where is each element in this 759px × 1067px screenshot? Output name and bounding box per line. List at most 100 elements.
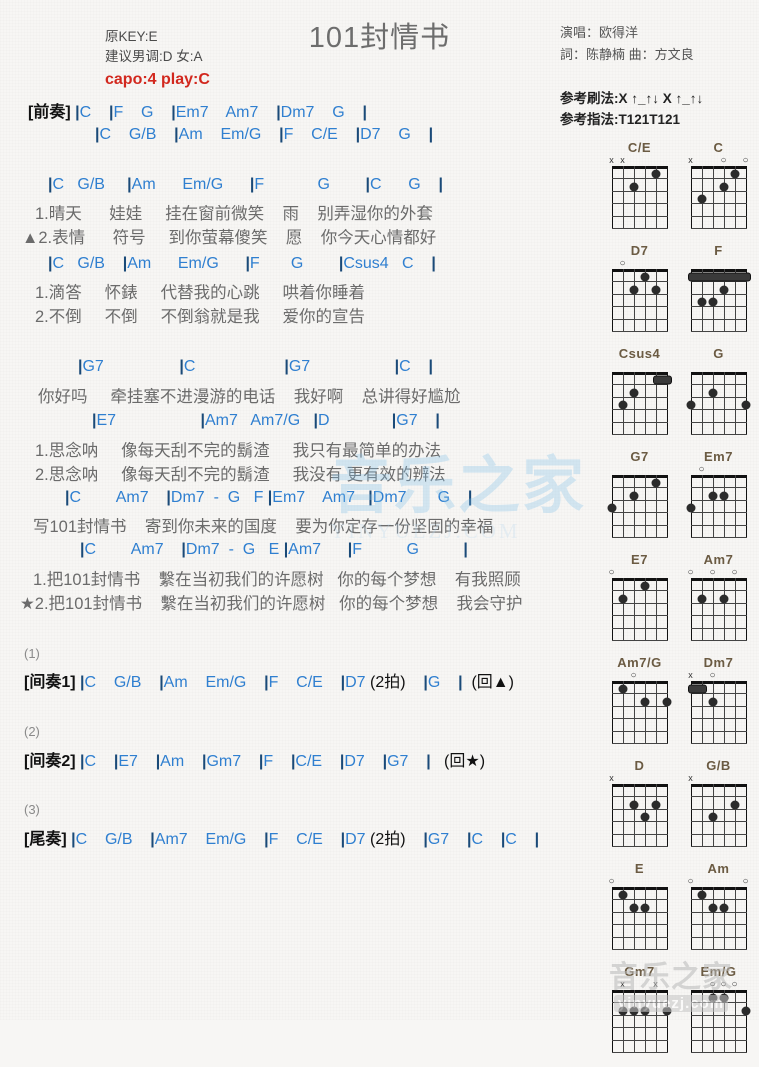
finger-dot	[719, 903, 728, 913]
finger-dot	[640, 581, 649, 591]
string-line	[611, 784, 613, 846]
finger-dot	[719, 491, 728, 501]
fret-line	[611, 718, 668, 720]
string-line	[633, 784, 635, 846]
fret-line	[690, 306, 747, 308]
section-number: (1)	[24, 646, 40, 661]
finger-dot	[708, 697, 717, 707]
fret-line	[611, 846, 668, 847]
finger-dot	[708, 491, 717, 501]
fret-line	[690, 924, 747, 926]
fretboard	[686, 372, 750, 435]
fret-line	[690, 293, 747, 295]
finger-dot	[629, 182, 638, 192]
fret-line	[690, 215, 747, 217]
muted-string-marker: x	[620, 155, 625, 165]
fretboard	[690, 166, 747, 229]
finger-dot	[618, 400, 627, 410]
fret-line	[690, 949, 747, 950]
fret-line	[611, 730, 668, 732]
string-line	[644, 681, 646, 743]
string-line	[690, 784, 692, 846]
fret-line	[611, 409, 668, 411]
fret-line	[690, 846, 747, 847]
fret-line	[690, 487, 747, 489]
fret-line	[690, 821, 747, 823]
fret-line	[690, 396, 747, 398]
chord-line: [间奏2] |C |E7 |Am |Gm7 |F |C/E |D7 |G7 | …	[24, 753, 486, 770]
open-string-marker: ○	[698, 464, 705, 475]
chord-diagram-name: Dm7	[703, 655, 734, 670]
chord-diagram-name: E7	[631, 552, 648, 567]
chord-diagram-name: C/E	[627, 140, 652, 155]
string-line	[611, 681, 613, 743]
string-line	[712, 475, 714, 537]
chord-diagram-name: G	[713, 346, 724, 361]
fret-line	[611, 821, 668, 823]
open-string-marker: ○	[687, 876, 694, 887]
credits-block: 演唱：欧得洋 詞：陈静楠 曲：方文良	[560, 22, 694, 66]
chord-diagram: E7 ○	[600, 552, 679, 641]
fretboard	[687, 681, 747, 744]
open-string-marker: ○	[608, 567, 615, 578]
string-line	[622, 166, 624, 228]
finger-dot	[640, 272, 649, 282]
chord-diagram-name: D7	[630, 243, 649, 258]
fret-line	[611, 434, 668, 435]
lyric-line: ★2.把101封情书 繫在当初我们的许愿树 你的每个梦想 我会守护	[20, 595, 523, 613]
string-line	[745, 681, 747, 743]
fret-line	[611, 640, 668, 641]
fret-line	[690, 936, 747, 938]
fret-line	[611, 421, 668, 423]
fret-line	[611, 499, 668, 501]
fret-line	[611, 1052, 668, 1053]
finger-dot	[651, 285, 660, 295]
open-string-marker: ○	[687, 567, 694, 578]
nut	[611, 578, 668, 581]
string-line	[723, 475, 725, 537]
nut	[611, 372, 668, 375]
string-line	[666, 681, 668, 743]
open-muted-markers: x	[609, 774, 668, 784]
fret-line	[611, 396, 668, 398]
fingerstyle-pattern-label: 参考指法:T121T121	[560, 112, 681, 127]
pattern-block: 参考刷法:X ↑_↑↓ X ↑_↑↓ 参考指法:T121T121	[560, 88, 703, 130]
string-line	[745, 784, 747, 846]
nut	[690, 578, 747, 581]
fretboard	[686, 475, 747, 538]
string-line	[734, 372, 736, 434]
string-line	[734, 784, 736, 846]
lyric-line: 2.思念呐 像每天刮不完的鬍渣 我没有 更有效的辨法	[35, 466, 446, 484]
fret-line	[611, 215, 668, 217]
finger-dot	[629, 800, 638, 810]
fret-line	[611, 524, 668, 526]
chord-diagram: C/E x x	[600, 140, 679, 229]
open-string-marker: ○	[720, 155, 727, 166]
fret-line	[611, 833, 668, 835]
lyric-line: ▲2.表情 符号 到你萤幕傻笑 愿 你今天心情都好	[22, 229, 437, 247]
site-logo: 音乐之家 yinyuezj.com	[596, 962, 746, 1013]
fret-line	[611, 1027, 668, 1029]
fret-line	[690, 833, 747, 835]
finger-dot	[640, 812, 649, 822]
finger-dot	[708, 297, 717, 307]
finger-dot	[640, 903, 649, 913]
chord-diagram-name: F	[714, 243, 723, 258]
fret-line	[690, 512, 747, 514]
fret-line	[611, 936, 668, 938]
chord-line: |C G/B |Am Em/G |F G |Csus4 C |	[48, 255, 436, 272]
logo-url-text: yinyuezj.com	[613, 995, 729, 1012]
chord-line: |C Am7 |Dm7 - G E |Am7 |F G |	[80, 541, 468, 558]
string-line	[701, 372, 703, 434]
chord-diagram-name: E	[634, 861, 645, 876]
string-line	[734, 887, 736, 949]
fret-line	[690, 203, 747, 205]
chord-diagram: Am ○ ○	[679, 861, 758, 950]
fret-line	[690, 1039, 747, 1041]
fret-line	[690, 640, 747, 641]
muted-string-marker: x	[688, 155, 693, 165]
nut	[611, 166, 668, 169]
fret-line	[690, 331, 747, 332]
nut	[611, 784, 668, 787]
string-line	[611, 166, 613, 228]
